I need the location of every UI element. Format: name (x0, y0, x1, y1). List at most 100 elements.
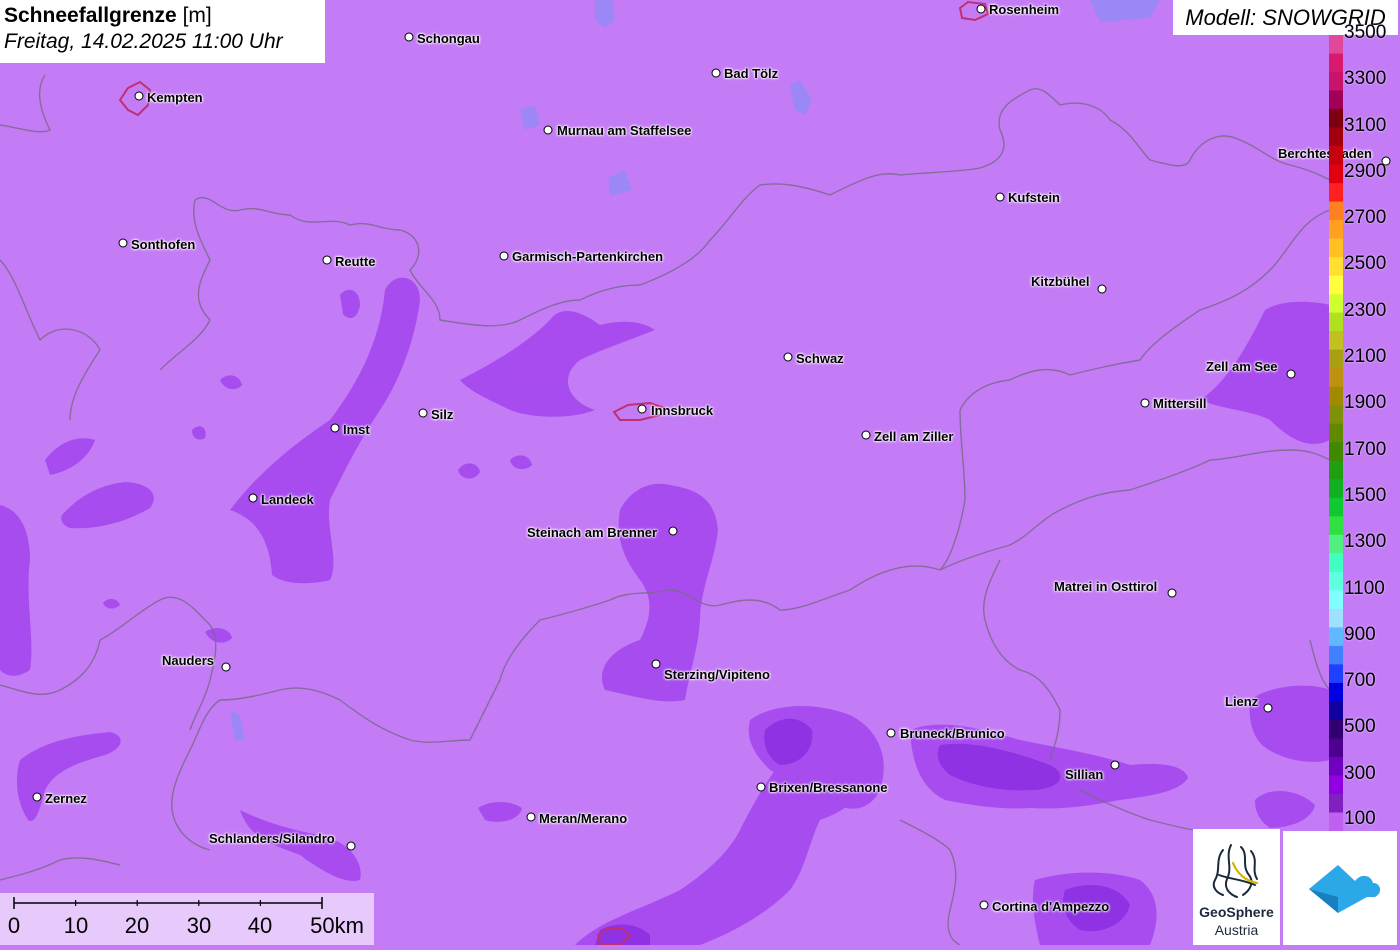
legend-label: 1900 (1344, 392, 1387, 413)
legend-swatch (1329, 534, 1343, 554)
map-canvas[interactable] (0, 0, 1400, 945)
city-label[interactable]: Berchtesgaden (1278, 146, 1372, 161)
city-label[interactable]: Nauders (162, 653, 214, 668)
title-main: Schneefallgrenze (4, 4, 177, 27)
legend-swatch (1329, 590, 1343, 610)
scale-label: 50km (310, 913, 364, 938)
city-marker[interactable] (134, 91, 144, 101)
legend-swatch (1329, 386, 1343, 406)
city-label[interactable]: Lienz (1225, 694, 1258, 709)
city-label[interactable]: Murnau am Staffelsee (557, 123, 691, 138)
legend-swatch (1329, 793, 1343, 813)
legend-label: 1100 (1344, 578, 1385, 599)
legend-swatch (1329, 719, 1343, 739)
city-marker[interactable] (1286, 369, 1296, 379)
legend-swatch (1329, 405, 1343, 425)
legend-swatch (1329, 756, 1343, 776)
city-marker[interactable] (1140, 398, 1150, 408)
city-label[interactable]: Bad Tölz (724, 66, 778, 81)
city-label[interactable]: Sterzing/Vipiteno (664, 667, 770, 682)
city-label[interactable]: Matrei in Osttirol (1054, 579, 1157, 594)
city-label[interactable]: Zernez (45, 791, 87, 806)
scale-bar: 0 10 20 30 40 50km (0, 893, 374, 945)
legend-label: 1700 (1344, 439, 1387, 460)
geosphere-logo[interactable]: GeoSphere Austria (1193, 829, 1280, 945)
city-label[interactable]: Bruneck/Brunico (900, 726, 1005, 741)
legend-label: 900 (1344, 624, 1376, 645)
city-label[interactable]: Schongau (417, 31, 480, 46)
city-marker[interactable] (886, 728, 896, 738)
city-marker[interactable] (711, 68, 721, 78)
city-marker[interactable] (637, 404, 647, 414)
city-label[interactable]: Cortina d'Ampezzo (992, 899, 1109, 914)
city-label[interactable]: Meran/Merano (539, 811, 627, 826)
city-marker[interactable] (1263, 703, 1273, 713)
city-marker[interactable] (976, 4, 986, 14)
city-marker[interactable] (330, 423, 340, 433)
city-label[interactable]: Zell am Ziller (874, 429, 953, 444)
city-marker[interactable] (1167, 588, 1177, 598)
city-marker[interactable] (32, 792, 42, 802)
geosphere-country: Austria (1214, 922, 1259, 938)
legend-label: 3500 (1344, 22, 1387, 43)
cloud-arrow-icon (1309, 865, 1381, 913)
city-label[interactable]: Brixen/Bressanone (769, 780, 888, 795)
city-marker[interactable] (543, 125, 553, 135)
city-marker[interactable] (995, 192, 1005, 202)
scale-label: 20 (124, 913, 150, 938)
city-marker[interactable] (979, 900, 989, 910)
city-label[interactable]: Sonthofen (131, 237, 195, 252)
geosphere-mark-icon (1212, 844, 1259, 898)
city-label[interactable]: Reutte (335, 254, 375, 269)
city-label[interactable]: Innsbruck (651, 403, 713, 418)
city-label[interactable]: Schwaz (796, 351, 844, 366)
city-label[interactable]: Sillian (1065, 767, 1103, 782)
legend-label: 2700 (1344, 207, 1387, 228)
city-label[interactable]: Kempten (147, 90, 203, 105)
city-marker[interactable] (418, 408, 428, 418)
legend-swatch (1329, 368, 1343, 388)
city-marker[interactable] (651, 659, 661, 669)
city-label[interactable]: Steinach am Brenner (527, 525, 657, 540)
legend-swatch (1329, 516, 1343, 536)
city-label[interactable]: Kufstein (1008, 190, 1060, 205)
legend-swatch (1329, 701, 1343, 721)
city-label[interactable]: Kitzbühel (1031, 274, 1090, 289)
legend-colorbar (1329, 35, 1343, 831)
legend-swatch (1329, 627, 1343, 647)
legend-swatch (1329, 423, 1343, 443)
legend-swatch (1329, 53, 1343, 73)
legend-swatch (1329, 349, 1343, 369)
legend-swatch (1329, 331, 1343, 351)
city-marker[interactable] (346, 841, 356, 851)
city-label[interactable]: Silz (431, 407, 453, 422)
city-marker[interactable] (1097, 284, 1107, 294)
city-marker[interactable] (783, 352, 793, 362)
legend-swatch (1329, 257, 1343, 277)
city-marker[interactable] (248, 493, 258, 503)
city-marker[interactable] (499, 251, 509, 261)
legend-label: 3100 (1344, 115, 1387, 136)
city-marker[interactable] (1110, 760, 1120, 770)
city-label[interactable]: Imst (343, 422, 370, 437)
city-marker[interactable] (668, 526, 678, 536)
city-label[interactable]: Schlanders/Silandro (209, 831, 335, 846)
city-label[interactable]: Zell am See (1206, 359, 1278, 374)
city-marker[interactable] (756, 782, 766, 792)
legend-swatch (1329, 312, 1343, 332)
cloud-logo[interactable] (1283, 831, 1397, 945)
legend-label: 1500 (1344, 485, 1387, 506)
legend-label: 3300 (1344, 68, 1387, 89)
city-label[interactable]: Landeck (261, 492, 314, 507)
city-marker[interactable] (221, 662, 231, 672)
city-marker[interactable] (118, 238, 128, 248)
legend-swatch (1329, 90, 1343, 110)
legend-swatch (1329, 146, 1343, 166)
city-label[interactable]: Rosenheim (989, 2, 1059, 17)
city-marker[interactable] (322, 255, 332, 265)
city-marker[interactable] (526, 812, 536, 822)
city-marker[interactable] (404, 32, 414, 42)
city-label[interactable]: Mittersill (1153, 396, 1206, 411)
city-marker[interactable] (861, 430, 871, 440)
city-label[interactable]: Garmisch-Partenkirchen (512, 249, 663, 264)
